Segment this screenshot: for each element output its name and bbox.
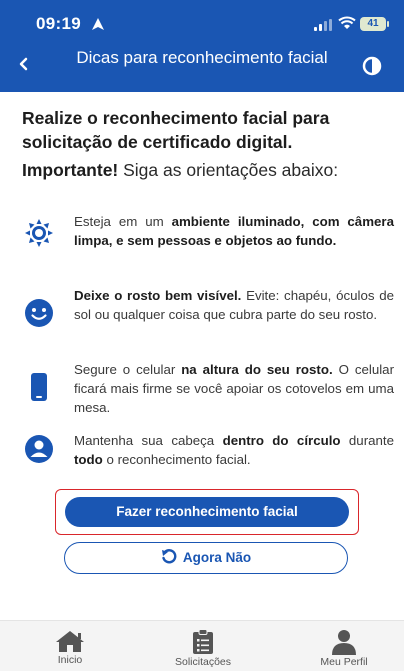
- clipboard-icon: [193, 629, 213, 654]
- smile-icon: [22, 296, 56, 330]
- important-label: Importante!: [22, 160, 119, 180]
- tab-label: Inicio: [57, 654, 83, 666]
- home-icon: [56, 631, 84, 652]
- chevron-left-icon: [19, 57, 28, 71]
- app-header: 09:19 41 Dicas para reconhecimento facia…: [0, 0, 404, 92]
- tab-label: Meu Perfil: [320, 656, 368, 668]
- lead-text: Realize o reconhecimento facial para sol…: [22, 108, 330, 152]
- page-title: Dicas para reconhecimento facial: [76, 48, 328, 67]
- important-text: Importante! Siga as orientações abaixo:: [22, 159, 394, 181]
- user-circle-icon: [22, 432, 56, 466]
- bottom-tab-bar: Inicio Solicitações Meu Perfil: [0, 620, 404, 671]
- important-body: Siga as orientações abaixo:: [118, 160, 339, 180]
- back-button[interactable]: [14, 54, 34, 74]
- phone-icon: [22, 370, 56, 404]
- user-icon: [332, 630, 356, 655]
- sun-icon: [22, 216, 56, 250]
- tab-label: Solicitações: [174, 656, 232, 668]
- status-bar: 09:19 41: [0, 0, 404, 44]
- not-now-label: Agora Não: [182, 550, 252, 565]
- contrast-toggle-button[interactable]: [362, 56, 382, 76]
- tab-meu-perfil[interactable]: Meu Perfil: [294, 623, 394, 668]
- primary-button-highlight: Fazer reconhecimento facial: [55, 489, 359, 535]
- undo-icon: [161, 549, 177, 564]
- tip-text: Esteja em um ambiente iluminado, com câm…: [74, 214, 394, 248]
- contrast-icon: [362, 56, 382, 76]
- battery-level: 41: [367, 18, 379, 29]
- tip-text: Deixe o rosto bem visível. Evite: chapéu…: [74, 288, 394, 322]
- start-face-recognition-button[interactable]: Fazer reconhecimento facial: [65, 497, 349, 527]
- signal-icon: [314, 18, 332, 36]
- tab-inicio[interactable]: Inicio: [20, 623, 120, 666]
- not-now-button[interactable]: Agora Não: [64, 542, 348, 574]
- battery-icon: 41: [360, 17, 389, 31]
- wifi-icon: [338, 16, 356, 35]
- location-arrow-icon: [92, 17, 104, 35]
- tab-solicitacoes[interactable]: Solicitações: [153, 623, 253, 668]
- tip-text: Segure o celular na altura do seu rosto.…: [74, 362, 394, 415]
- status-time: 09:19: [36, 14, 81, 33]
- tip-text: Mantenha sua cabeça dentro do círculo du…: [74, 433, 394, 467]
